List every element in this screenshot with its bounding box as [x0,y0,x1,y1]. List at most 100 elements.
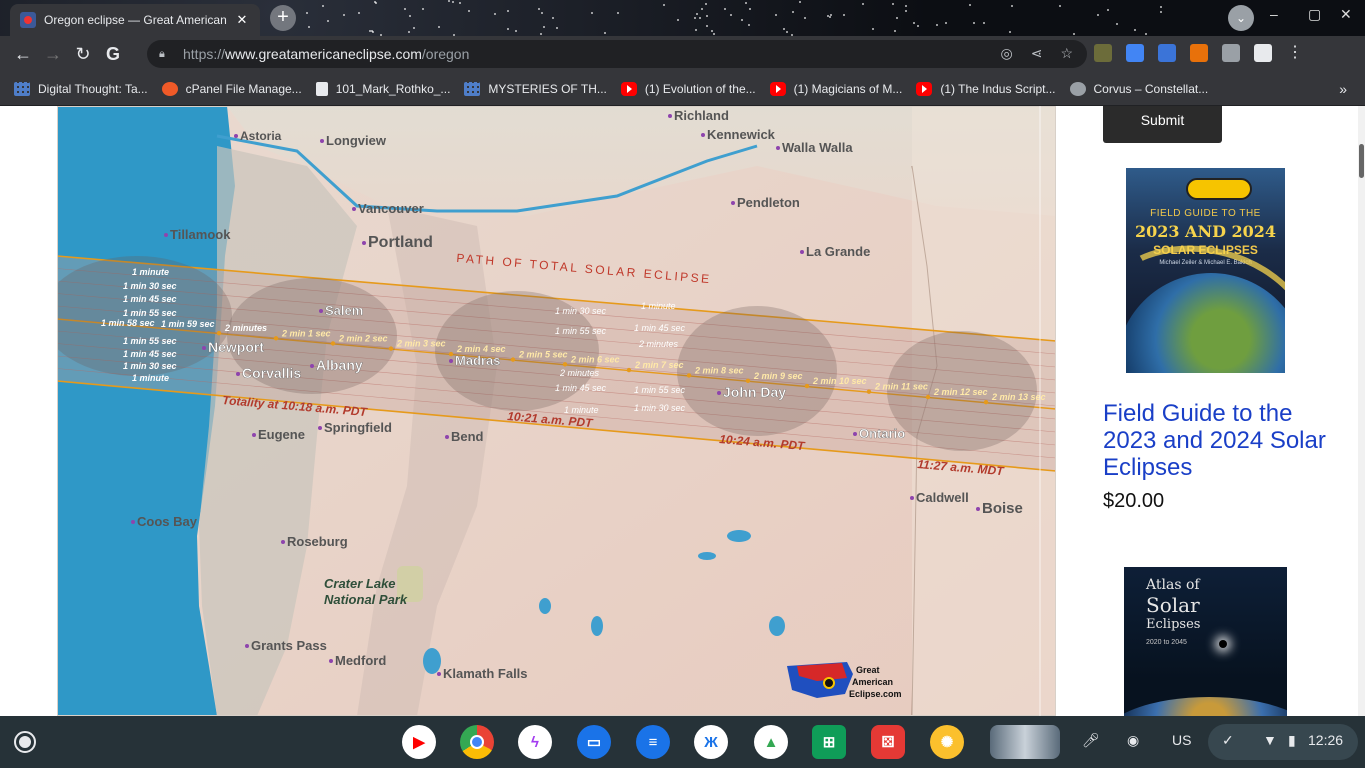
url-scheme: https:// [183,46,226,62]
city-label-boise: Boise [982,500,1023,517]
microphone-icon[interactable]: 🎤︎ [1082,732,1100,749]
duration-label: 1 min 45 sec [123,294,177,304]
bookmark-item[interactable]: Corvus – Constellat... [1069,81,1208,96]
city-label-salem: Salem [325,303,363,318]
document-icon [315,81,328,96]
share-icon[interactable]: ⋖ [1031,45,1043,62]
city-label-grants-pass: Grants Pass [251,638,327,653]
bookmark-item[interactable]: (1) Magicians of M... [769,81,902,96]
city-label-corvallis: Corvallis [242,365,301,381]
tab-search-icon[interactable]: ⌄ [1228,5,1254,31]
bookmarks-bar: Digital Thought: Ta... cPanel File Manag… [0,72,1365,106]
messenger-app-icon[interactable]: ϟ [518,725,552,759]
maximize-icon[interactable]: ▢ [1308,6,1321,23]
bookmark-item[interactable]: 101_Mark_Rothko_... [315,81,450,96]
close-window-icon[interactable]: ✕ [1340,6,1352,23]
star-dot [342,14,345,17]
star-dot [422,7,425,10]
star-dot [467,10,470,13]
bookmark-item[interactable]: Digital Thought: Ta... [14,81,148,96]
files-app-icon[interactable]: ▭ [577,725,611,759]
mute-tab-icon[interactable] [1190,44,1208,62]
star-dot [374,2,377,5]
field-guide-book-cover[interactable]: FIELD GUIDE TO THE 2023 AND 2024 SOLAR E… [1126,168,1285,373]
logo-line: Eclipse.com [849,689,902,699]
submit-button[interactable]: Submit [1103,106,1222,143]
star-dot [912,21,915,24]
messages-app-icon[interactable]: ≡ [636,725,670,759]
back-icon[interactable]: ← [8,39,38,69]
reload-icon[interactable]: ↻ [68,39,98,69]
star-dot [321,5,324,8]
star-dot [741,19,744,22]
star-dot [783,28,786,31]
duration-label: 1 min 55 sec [123,308,177,318]
bookmark-item[interactable]: (1) The Indus Script... [916,81,1056,96]
duration-label: 1 min 55 sec [555,326,607,336]
bookmark-item[interactable]: (1) Evolution of the... [620,81,756,96]
url-host: www.greatamericaneclipse.com [225,46,422,62]
sheets-app-icon[interactable]: ⊞ [812,725,846,759]
translate-icon[interactable] [1126,44,1144,62]
star-dot [830,13,833,16]
screen-capture-icon[interactable]: ◉ [1127,732,1139,749]
lock-icon[interactable]: 🔒︎ [159,48,171,60]
city-dot [717,391,721,395]
puzzle-icon[interactable] [1222,44,1240,62]
reading-mode-icon[interactable] [1254,44,1272,62]
duration-label: 1 min 45 sec [555,383,607,393]
atlas-book-cover[interactable]: Atlas of Solar Eclipses 2020 to 2045 [1124,567,1287,716]
star-dot [1159,11,1162,14]
page-scrollbar[interactable] [1358,106,1365,716]
city-label-la-grande: La Grande [806,244,870,259]
bookmark-item[interactable]: cPanel File Manage... [161,81,302,96]
google-icon[interactable]: G [98,39,128,69]
dice-app-icon[interactable]: ⚄ [871,725,905,759]
cover-text: Eclipses [1146,617,1201,632]
duration-label: 2 min 8 sec [694,365,744,375]
product-title-link[interactable]: Field Guide to the 2023 and 2024 Solar E… [1103,400,1333,481]
audio-wave-icon[interactable] [1158,44,1176,62]
star-dot [828,15,831,18]
window-preview-icon[interactable] [990,725,1060,759]
cover-text: FIELD GUIDE TO THE [1150,208,1261,219]
star-dot [804,16,807,19]
locale-indicator[interactable]: US [1172,732,1191,748]
bookmark-star-icon[interactable]: ☆ [1060,45,1073,62]
cover-text: Atlas of [1146,577,1200,593]
chrome-app-icon[interactable] [460,725,494,759]
address-bar[interactable]: 🔒︎ https://www.greatamericaneclipse.com /… [147,40,1087,68]
city-dot [245,644,249,648]
lemon-app-icon[interactable]: ✺ [930,725,964,759]
duration-label: 1 min 58 sec [101,318,155,328]
browser-tab[interactable]: Oregon eclipse — Great American ✕ [10,4,260,36]
new-tab-button[interactable]: + [270,5,296,31]
star-dot [306,12,309,15]
youtube-app-icon[interactable]: ▶ [402,725,436,759]
lake [727,530,751,542]
scrollbar-thumb[interactable] [1359,144,1364,178]
lake [423,648,441,674]
menu-kebab-icon[interactable]: ⋮ [1286,44,1304,62]
eye-slash-icon[interactable]: ◎ [1000,45,1012,62]
butterfly-app-icon[interactable]: Ж [694,725,728,759]
city-label-caldwell: Caldwell [916,490,969,505]
drive-app-icon[interactable]: ▲ [754,725,788,759]
duration-label: 1 min 45 sec [634,323,686,333]
notification-icon[interactable]: ✓ [1222,732,1234,749]
bookmark-item[interactable]: MYSTERIES OF TH... [464,81,607,96]
launcher-icon[interactable] [14,731,36,753]
logo-line: American [852,677,893,687]
centerline-dot [330,341,336,346]
city-dot [281,540,285,544]
cover-text: 2023 AND 2024 [1134,222,1277,241]
star-dot [723,8,726,11]
minimize-icon[interactable]: – [1270,6,1278,22]
star-dot [694,28,697,31]
duration-label: 1 minute [132,267,169,277]
close-tab-icon[interactable]: ✕ [234,12,250,28]
duration-label: 2 min 9 sec [753,371,803,381]
extension-icon[interactable] [1094,44,1112,62]
bookmarks-overflow-button[interactable]: » [1339,81,1347,97]
forward-icon[interactable]: → [38,39,68,69]
